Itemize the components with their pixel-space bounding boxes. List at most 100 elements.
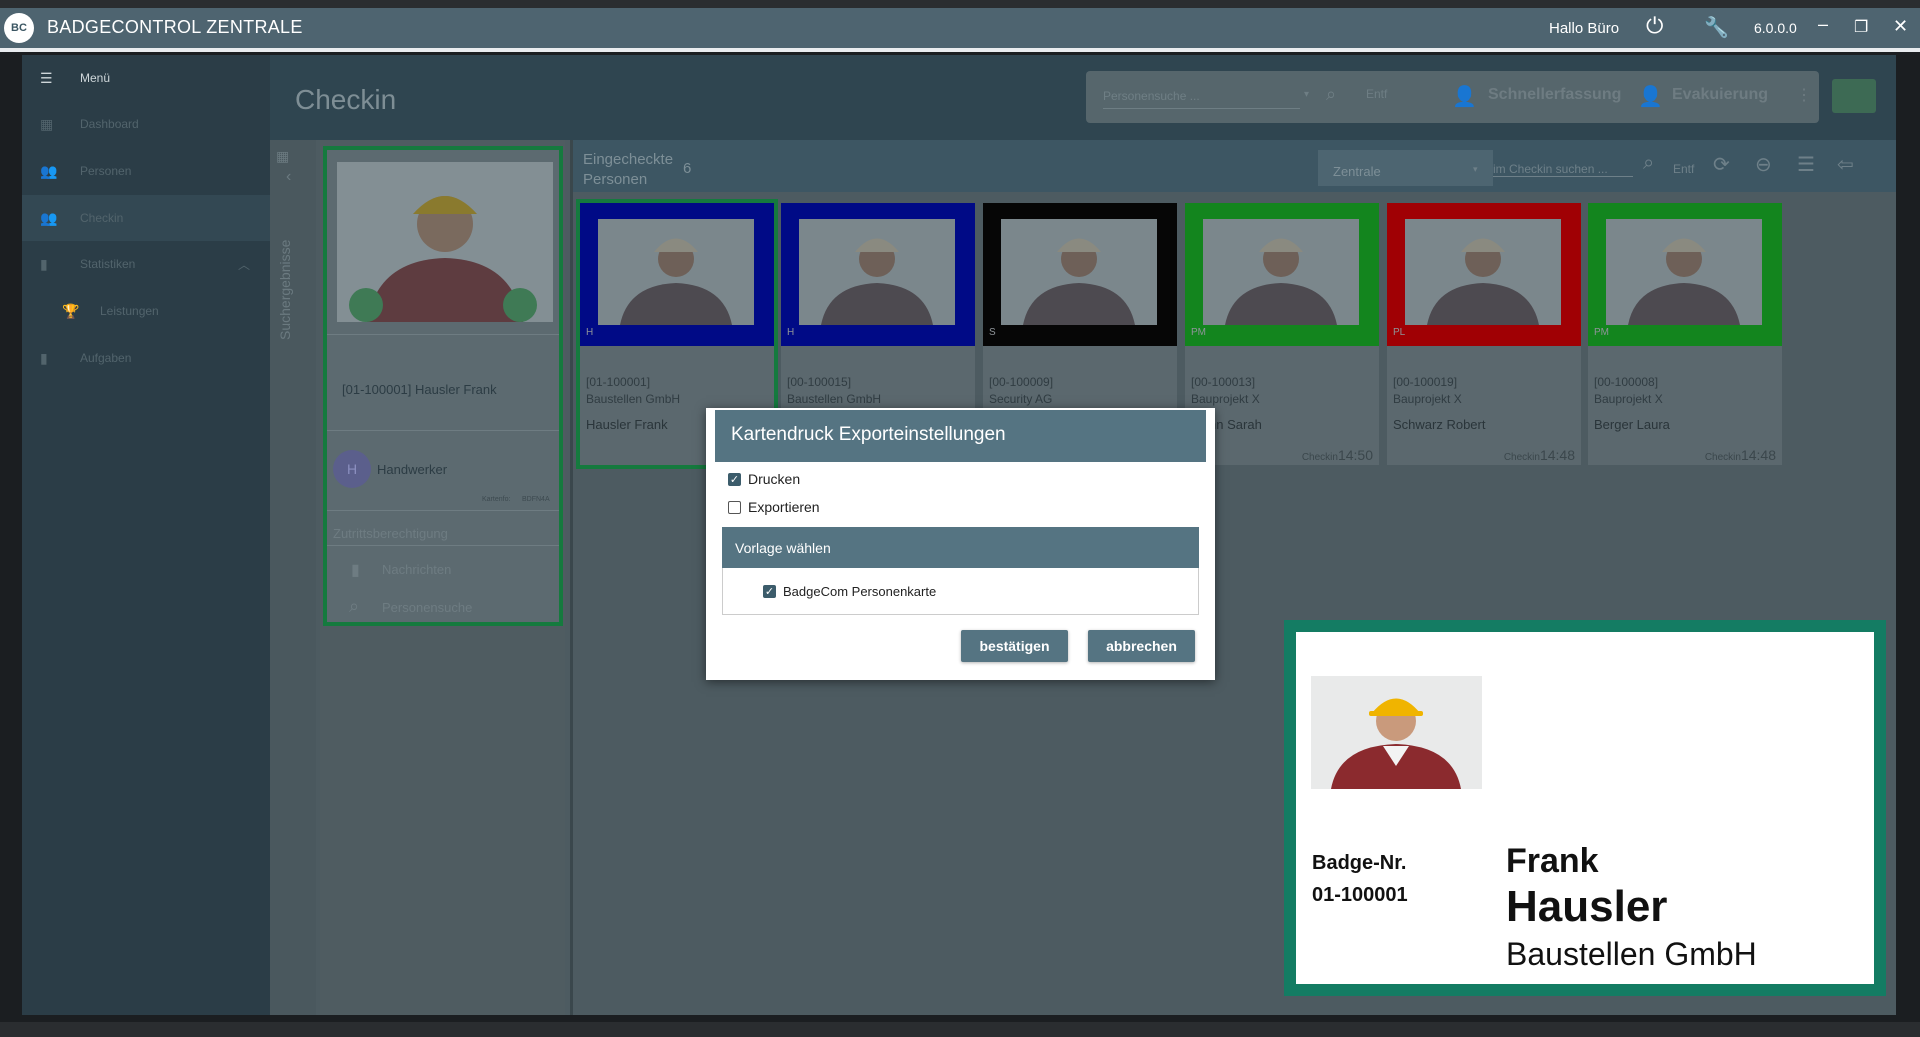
card-person-id: [01-100001]	[586, 375, 651, 389]
card-image-frame: S	[983, 203, 1177, 346]
more-vertical-icon[interactable]: ⋮	[1796, 85, 1812, 105]
person-photo	[598, 219, 754, 325]
checkin-icon: 👥	[40, 209, 58, 226]
export-checkbox[interactable]	[728, 500, 741, 514]
chevron-up-icon: ︿	[237, 257, 250, 272]
person-photo	[799, 219, 955, 325]
column-divider	[570, 140, 573, 1015]
template-checkbox[interactable]: ✓	[763, 585, 776, 598]
sidebar-item-checkin[interactable]: 👥 Checkin	[22, 195, 270, 241]
divider	[327, 334, 559, 335]
checked-in-title: Eingecheckte Personen	[583, 150, 673, 190]
checkin-search-input[interactable]: im Checkin suchen ...	[1493, 162, 1633, 177]
card-company: Baustellen GmbH	[586, 392, 681, 406]
print-icon[interactable]	[349, 288, 383, 322]
checked-in-title-line2: Personen	[583, 171, 648, 188]
confirm-button[interactable]: bestätigen	[961, 630, 1068, 662]
export-settings-dialog: Kartendruck Exporteinstellungen ✓ Drucke…	[706, 408, 1215, 680]
people-icon: 👥	[40, 162, 58, 179]
list-icon[interactable]: ☰	[1797, 152, 1815, 177]
back-circle-icon[interactable]: ⊖	[1755, 152, 1772, 177]
refresh-icon[interactable]: ⟳	[1713, 152, 1730, 177]
sidebar: ☰ Menü ▦ Dashboard 👥 Personen 👥 Checkin …	[22, 55, 270, 1015]
add-person-icon: 👤	[1452, 86, 1477, 108]
checked-in-count: 6	[683, 160, 692, 177]
evacuation-button[interactable]: Evakuierung	[1672, 86, 1768, 104]
card-info-label: Kartenfo:	[482, 496, 511, 503]
role-tag: PM	[1594, 327, 1609, 338]
sidebar-item-personen[interactable]: 👥 Personen	[22, 148, 270, 194]
dropdown-arrow-icon[interactable]: ▾	[1473, 164, 1478, 175]
card-person-id: [00-100009]	[989, 375, 1054, 389]
version-label: 6.0.0.0	[1754, 20, 1797, 36]
sidebar-item-leistungen[interactable]: 🏆 Leistungen	[22, 288, 270, 334]
person-search-input[interactable]: Personensuche ...	[1103, 89, 1300, 109]
role-avatar: H	[333, 450, 371, 488]
checkin-action-icon[interactable]	[503, 288, 537, 322]
card-company: Bauprojekt X	[1594, 392, 1663, 406]
minimize-icon[interactable]: –	[1818, 14, 1828, 35]
menu-icon: ☰	[40, 69, 53, 86]
dashboard-icon: ▦	[40, 115, 54, 132]
export-option[interactable]: Exportieren	[728, 499, 820, 515]
clear-search-button[interactable]: Entf	[1673, 162, 1694, 176]
card-checkin-time: Checkin14:50	[1302, 447, 1373, 463]
wrench-icon[interactable]: 🔧	[1704, 15, 1729, 40]
person-photo	[1606, 219, 1762, 325]
search-icon[interactable]: ⌕	[1326, 84, 1336, 105]
chevron-left-icon[interactable]: ‹	[286, 168, 291, 186]
print-checkbox[interactable]: ✓	[728, 472, 741, 486]
export-label: Exportieren	[748, 499, 820, 515]
dropdown-arrow-icon[interactable]: ▾	[1304, 89, 1309, 100]
card-image-frame: PM	[1185, 203, 1379, 346]
role-tag: PM	[1191, 327, 1206, 338]
last-name: Hausler	[1506, 882, 1668, 931]
sidebar-item-statistiken[interactable]: ▮ Statistiken ︿	[22, 241, 270, 287]
zone-select[interactable]: Zentrale	[1318, 150, 1493, 186]
card-company: Bauprojekt X	[1191, 392, 1260, 406]
dialog-title: Kartendruck Exporteinstellungen	[715, 410, 1206, 462]
sidebar-item-dashboard[interactable]: ▦ Dashboard	[22, 101, 270, 147]
cancel-button[interactable]: abbrechen	[1088, 630, 1195, 662]
card-image-frame: PM	[1588, 203, 1782, 346]
selected-person-card: [01-100001] Hausler Frank H Handwerker K…	[323, 146, 563, 626]
quick-capture-button[interactable]: Schnellerfassung	[1488, 86, 1621, 104]
restore-icon[interactable]: ❐	[1854, 17, 1868, 37]
card-person-name: Hausler Frank	[586, 417, 668, 432]
title-underline	[0, 48, 1920, 52]
card-image-frame: H	[580, 203, 774, 346]
close-icon[interactable]: ✕	[1893, 16, 1908, 37]
bookmark-icon: ▮	[40, 349, 48, 366]
messages-row[interactable]: Nachrichten	[382, 562, 451, 577]
grid-icon[interactable]: ▦	[276, 148, 289, 165]
checkin-time-value: 14:50	[1337, 447, 1373, 463]
power-icon[interactable]: ⏻	[1646, 13, 1663, 39]
bottom-bar	[0, 1022, 1920, 1037]
clear-search-button[interactable]: Entf	[1366, 87, 1387, 101]
search-icon[interactable]: ⌕	[1643, 152, 1654, 175]
sidebar-item-label: Leistungen	[100, 304, 159, 318]
trophy-icon: 🏆	[62, 302, 80, 319]
top-strip	[0, 0, 1920, 8]
checkin-time-label: Checkin	[1503, 452, 1540, 463]
sidebar-item-label: Checkin	[80, 211, 124, 225]
checkin-time-label: Checkin	[1704, 452, 1741, 463]
badge-photo	[1311, 676, 1482, 789]
green-action-button[interactable]	[1832, 79, 1876, 113]
checkin-time-value: 14:48	[1740, 447, 1776, 463]
card-checkin-time: Checkin14:48	[1705, 447, 1776, 463]
print-option[interactable]: ✓ Drucken	[728, 471, 800, 487]
checked-in-title-line1: Eingecheckte	[583, 151, 674, 168]
card-checkin-time: Checkin14:48	[1504, 447, 1575, 463]
person-search-row[interactable]: Personensuche	[382, 600, 472, 615]
checkin-card[interactable]: PM [00-100008] Bauprojekt X Berger Laura Che…	[1588, 203, 1782, 465]
sidebar-item-menu[interactable]: ☰ Menü	[22, 55, 270, 101]
sidebar-item-aufgaben[interactable]: ▮ Aufgaben	[22, 335, 270, 381]
checkout-person-icon[interactable]: ⇦	[1837, 152, 1854, 177]
user-greeting: Hallo Büro	[1549, 20, 1620, 37]
company-name: Baustellen GmbH	[1506, 936, 1757, 972]
chart-icon: ▮	[40, 255, 48, 272]
checkin-time-label: Checkin	[1301, 452, 1338, 463]
template-option[interactable]: ✓ BadgeCom Personenkarte	[763, 584, 936, 599]
checkin-card[interactable]: PL [00-100019] Bauprojekt X Schwarz Robert C…	[1387, 203, 1581, 465]
